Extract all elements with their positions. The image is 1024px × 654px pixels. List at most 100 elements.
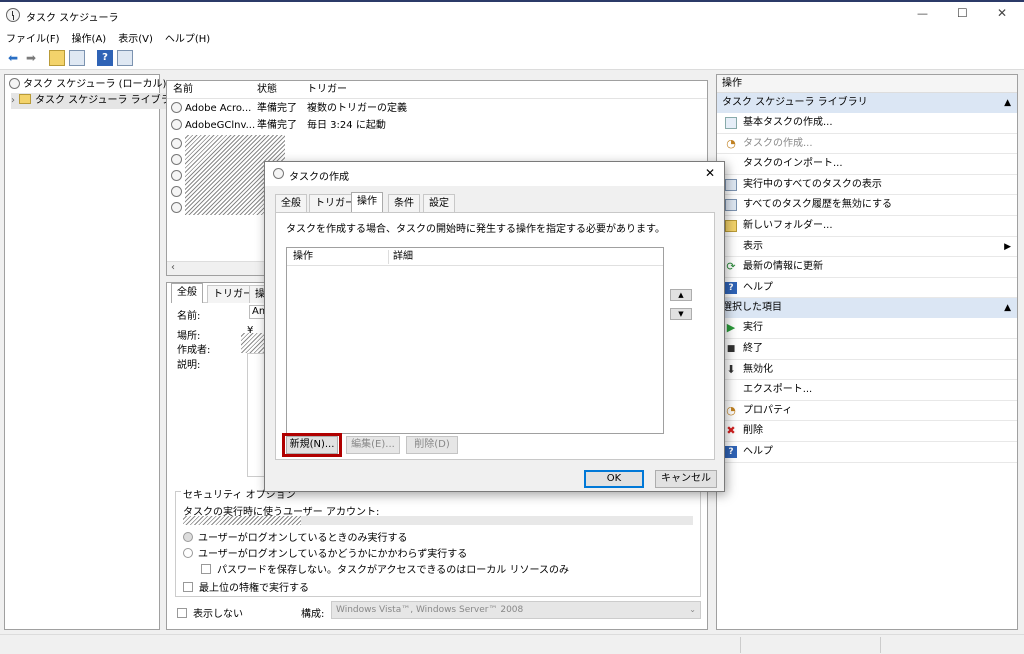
delete-action-button[interactable]: 削除(D) — [406, 436, 458, 454]
redacted-user — [183, 516, 301, 525]
menu-help[interactable]: ヘルプ(H) — [159, 28, 216, 47]
tree-root[interactable]: タスク スケジューラ (ローカル) — [9, 77, 166, 93]
edit-action-button[interactable]: 編集(E)... — [346, 436, 400, 454]
action-delete[interactable]: ✖ 削除 — [717, 421, 1017, 442]
checkbox-icon[interactable] — [201, 564, 211, 574]
status-divider — [740, 637, 741, 653]
menu-bar: ファイル(F) 操作(A) 表示(V) ヘルプ(H) — [0, 28, 1024, 46]
view-icon — [725, 241, 737, 253]
table-row[interactable]: AdobeGClnv... — [171, 118, 255, 134]
clock-icon — [171, 102, 182, 113]
move-down-button[interactable]: ▼ — [670, 308, 692, 320]
column-name[interactable]: 名前 — [173, 81, 193, 99]
checkbox-icon[interactable] — [183, 582, 193, 592]
window-title: タスク スケジューラ — [26, 13, 119, 24]
actions-pane: 操作 タスク スケジューラ ライブラリ ▲ 基本タスクの作成... ◔ タスクの作… — [716, 74, 1018, 630]
action-end[interactable]: ■ 終了 — [717, 339, 1017, 360]
radio-whether-logged-on[interactable]: ユーザーがログオンしているかどうかにかかわらず実行する — [183, 545, 467, 560]
create-task-icon: ◔ — [726, 136, 736, 150]
column-action[interactable]: 操作 — [293, 248, 313, 266]
menu-action[interactable]: 操作(A) — [66, 28, 113, 47]
action-disable-history[interactable]: すべてのタスク履歴を無効にする — [717, 195, 1017, 216]
action-refresh[interactable]: ⟳ 最新の情報に更新 — [717, 257, 1017, 278]
column-status[interactable]: 状態 — [257, 81, 277, 99]
config-select[interactable]: Windows Vista™, Windows Server™ 2008 ⌄ — [331, 601, 701, 619]
chevron-right-icon[interactable]: › — [11, 95, 15, 106]
check-no-password[interactable]: パスワードを保存しない。タスクがアクセスできるのはローカル リソースのみ — [201, 561, 569, 576]
collapse-up-icon[interactable]: ▲ — [1004, 298, 1011, 318]
check-hidden[interactable]: 表示しない — [177, 605, 243, 620]
section-library-header[interactable]: タスク スケジューラ ライブラリ ▲ — [717, 93, 1017, 113]
cancel-button[interactable]: キャンセル — [655, 470, 717, 488]
action-help[interactable]: ? ヘルプ — [717, 278, 1017, 299]
action-import-task[interactable]: タスクのインポート... — [717, 154, 1017, 175]
action-disable[interactable]: ⬇ 無効化 — [717, 360, 1017, 381]
check-highest-label: 最上位の特権で実行する — [199, 583, 309, 594]
check-hidden-label: 表示しない — [193, 609, 243, 620]
action-label: 実行中のすべてのタスクの表示 — [743, 178, 882, 190]
forward-arrow-icon[interactable]: ➡ — [23, 50, 39, 66]
menu-view[interactable]: 表示(V) — [112, 28, 159, 47]
action-pane-icon[interactable] — [117, 50, 133, 66]
radio-whether-label: ユーザーがログオンしているかどうかにかかわらず実行する — [198, 549, 468, 560]
checkbox-icon[interactable] — [177, 608, 187, 618]
action-label: 基本タスクの作成... — [743, 117, 833, 128]
dialog-close-icon[interactable]: ✕ — [705, 166, 715, 180]
status-bar — [0, 634, 1024, 654]
console-tree-icon[interactable] — [69, 50, 85, 66]
action-label: 終了 — [743, 342, 763, 354]
folder-icon — [19, 94, 31, 104]
section-selected-header[interactable]: 選択した項目 ▲ — [717, 298, 1017, 319]
collapse-up-icon[interactable]: ▲ — [1004, 93, 1011, 113]
chevron-down-icon[interactable]: ⌄ — [689, 602, 696, 618]
refresh-icon: ⟳ — [726, 260, 736, 274]
dialog-tab-content: タスクを作成する場合、タスクの開始時に発生する操作を指定する必要があります。 操… — [275, 212, 715, 460]
column-trigger[interactable]: トリガー — [307, 81, 347, 99]
minimize-button[interactable]: — — [917, 7, 928, 20]
tab-general[interactable]: 全般 — [275, 194, 307, 212]
radio-icon[interactable] — [183, 548, 193, 558]
scroll-left-icon[interactable]: ‹ — [171, 262, 175, 273]
action-run[interactable]: ▶ 実行 — [717, 318, 1017, 339]
action-view[interactable]: 表示 ▶ — [717, 237, 1017, 258]
tree-item-library[interactable]: › タスク スケジューラ ライブラリ — [11, 93, 183, 109]
action-create-basic-task[interactable]: 基本タスクの作成... — [717, 113, 1017, 134]
menu-file[interactable]: ファイル(F) — [0, 28, 66, 47]
new-action-button[interactable]: 新規(N)... — [286, 436, 338, 454]
action-label: すべてのタスク履歴を無効にする — [743, 199, 892, 211]
radio-logged-on-label: ユーザーがログオンしているときのみ実行する — [198, 533, 408, 544]
ok-button[interactable]: OK — [584, 470, 644, 488]
tree-pane: タスク スケジューラ (ローカル) › タスク スケジューラ ライブラリ — [4, 74, 183, 630]
task-trigger: 毎日 3:24 に起動 — [307, 120, 386, 131]
radio-icon[interactable] — [183, 532, 193, 542]
tab-conditions[interactable]: 条件 — [388, 194, 420, 212]
actions-list[interactable]: 操作 詳細 — [286, 247, 664, 434]
folder-up-icon[interactable] — [49, 50, 65, 66]
move-up-button[interactable]: ▲ — [670, 289, 692, 301]
help-icon[interactable]: ? — [97, 50, 113, 66]
tab-settings[interactable]: 設定 — [423, 194, 455, 212]
action-create-task[interactable]: ◔ タスクの作成... — [717, 134, 1017, 155]
table-row[interactable]: Adobe Acro... — [171, 101, 251, 117]
action-properties[interactable]: ◔ プロパティ — [717, 401, 1017, 422]
action-new-folder[interactable]: 新しいフォルダー... — [717, 216, 1017, 237]
tab-actions[interactable]: 操作 — [351, 192, 383, 212]
tree-root-label: タスク スケジューラ (ローカル) — [23, 79, 167, 90]
tab-general[interactable]: 全般 — [171, 283, 203, 303]
maximize-button[interactable]: ☐ — [957, 6, 968, 20]
close-button[interactable]: ✕ — [997, 6, 1007, 20]
action-display-running[interactable]: 実行中のすべてのタスクの表示 — [717, 175, 1017, 196]
help-icon: ? — [725, 445, 737, 458]
column-details[interactable]: 詳細 — [393, 248, 413, 266]
instruction-text: タスクを作成する場合、タスクの開始時に発生する操作を指定する必要があります。 — [286, 224, 665, 235]
submenu-arrow-icon[interactable]: ▶ — [1004, 237, 1011, 258]
check-highest-privileges[interactable]: 最上位の特権で実行する — [183, 579, 309, 594]
export-icon — [725, 384, 737, 396]
action-help-selected[interactable]: ? ヘルプ — [717, 442, 1017, 463]
back-arrow-icon[interactable]: ⬅ — [5, 50, 21, 66]
action-export[interactable]: エクスポート... — [717, 380, 1017, 401]
delete-icon: ✖ — [726, 424, 736, 438]
radio-logged-on[interactable]: ユーザーがログオンしているときのみ実行する — [183, 529, 408, 544]
action-label: プロパティ — [743, 404, 793, 416]
help-icon: ? — [725, 281, 737, 294]
